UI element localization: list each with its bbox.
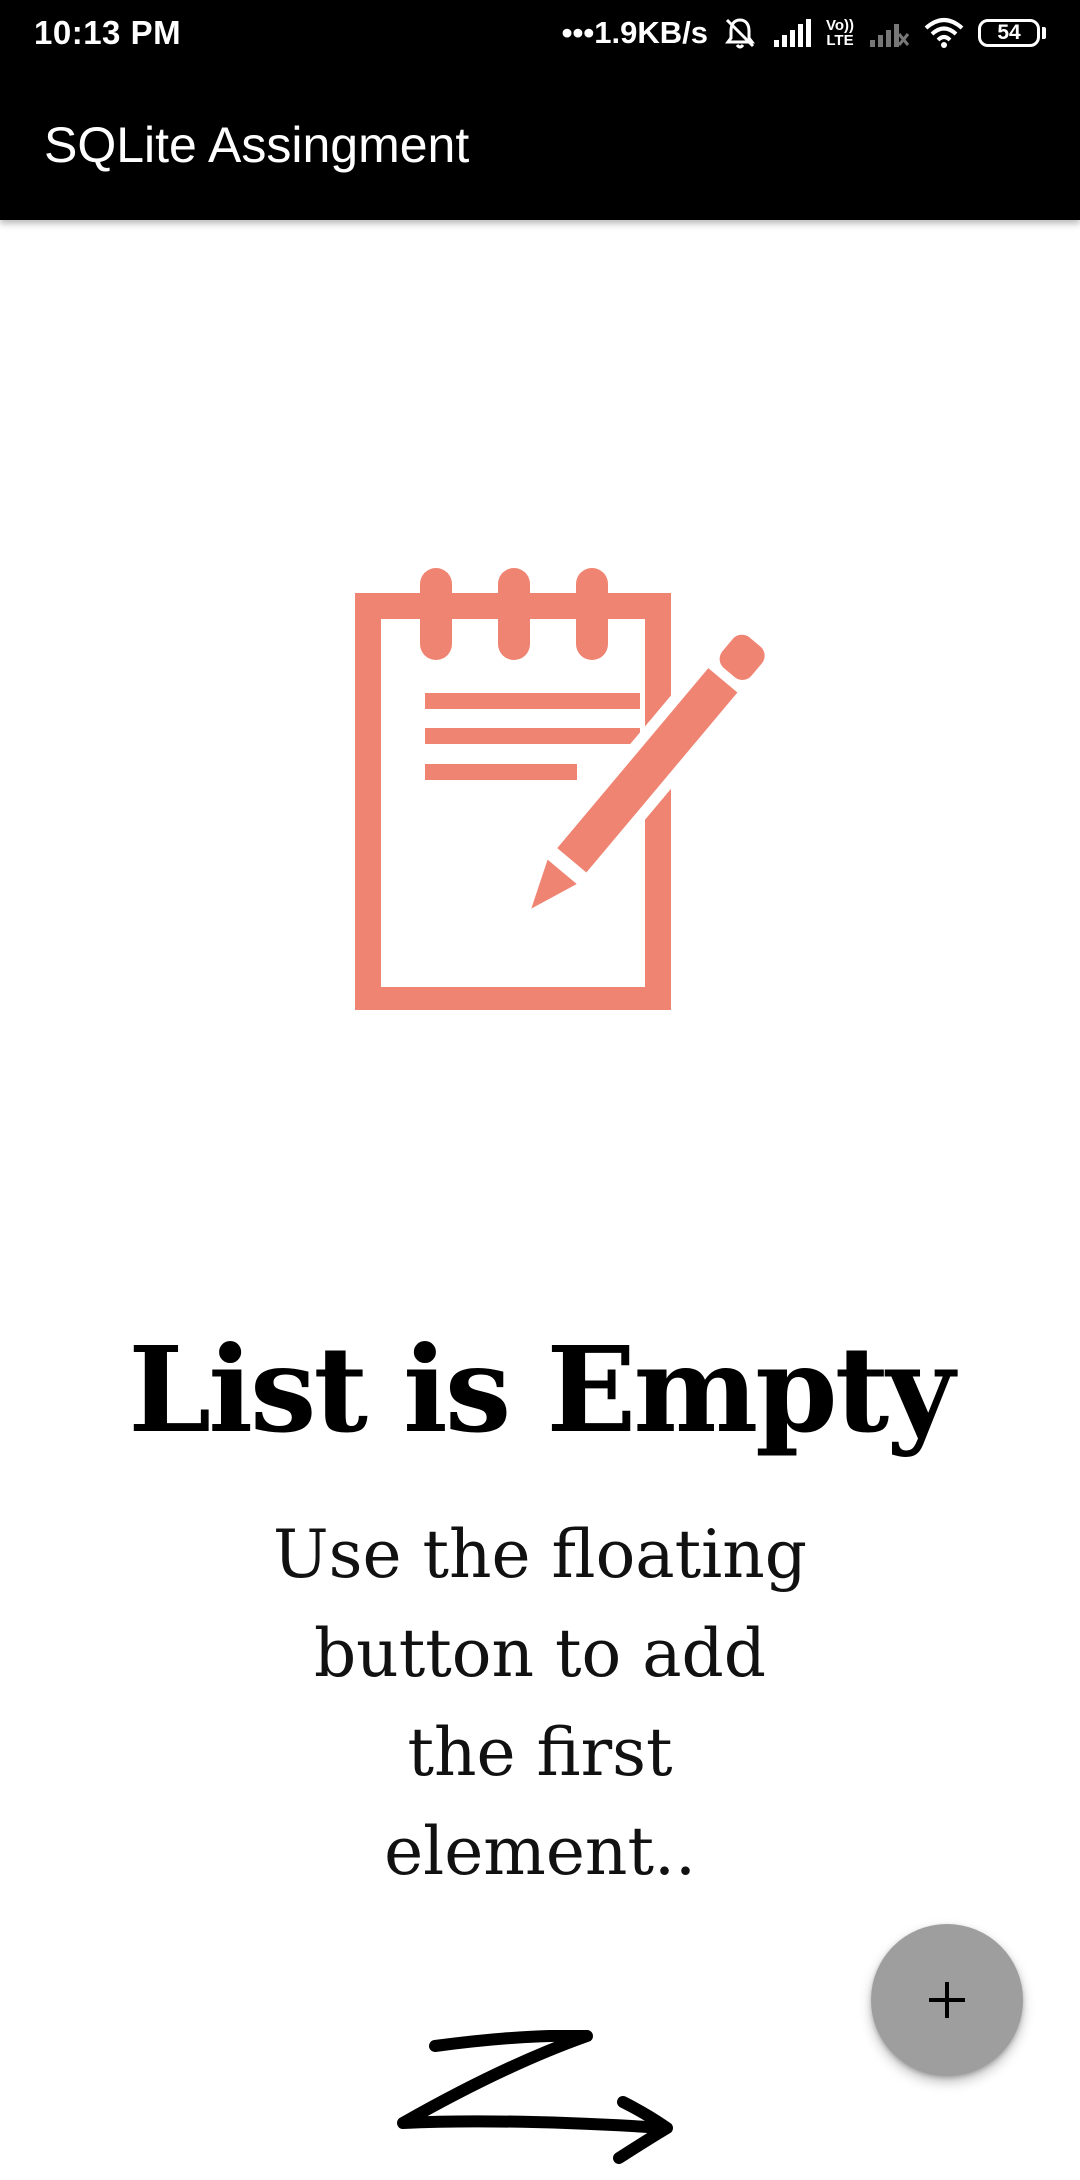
- app-bar: SQLite Assingment: [0, 66, 1080, 220]
- status-time: 10:13 PM: [34, 14, 182, 51]
- battery-icon: 54: [978, 19, 1046, 47]
- lte-label: LTE: [826, 32, 854, 49]
- signal-no-service-icon: [868, 18, 910, 48]
- battery-level: 54: [978, 19, 1040, 47]
- signal-icon: [772, 18, 812, 48]
- volte-label: Vo)): [825, 17, 854, 34]
- empty-message: Use the floating button to add the first…: [272, 1516, 808, 1890]
- squiggle-arrow-icon: [397, 2030, 673, 2164]
- add-item-fab[interactable]: [871, 1924, 1023, 2076]
- wifi-icon: [924, 17, 964, 49]
- plus-icon: [929, 1982, 965, 2018]
- app-title: SQLite Assingment: [44, 117, 470, 173]
- empty-state: List is Empty Use the floating button to…: [0, 220, 1080, 2164]
- status-bar: 10:13 PM •••1.9KB/s Vo)) LTE 54: [0, 0, 1080, 66]
- notifications-muted-icon: [722, 15, 758, 51]
- notepad-pencil-icon: [355, 568, 790, 1010]
- empty-title: List is Empty: [128, 1320, 955, 1459]
- status-icons: •••1.9KB/s Vo)) LTE 54: [562, 10, 1046, 56]
- network-speed: •••1.9KB/s: [561, 15, 708, 50]
- volte-lte-icon: Vo)) LTE: [826, 18, 854, 48]
